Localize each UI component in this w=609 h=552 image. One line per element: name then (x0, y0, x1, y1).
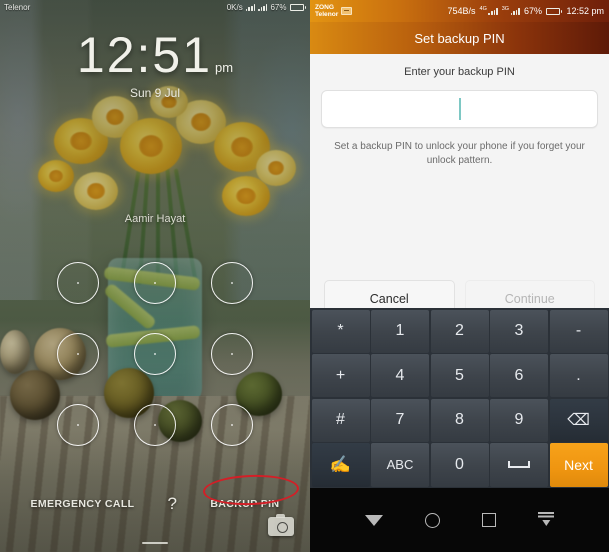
key-3[interactable]: 3 (490, 309, 548, 353)
network-4g-icon: 4G (479, 6, 498, 15)
pin-battery-percent: 67% (523, 6, 542, 16)
battery-icon-2 (545, 7, 563, 15)
text-caret (458, 98, 461, 120)
pin-hint-text: Set a backup PIN to unlock your phone if… (334, 141, 585, 166)
handwriting-glyph: ✍ (329, 455, 352, 475)
page-title: Set backup PIN (310, 22, 609, 54)
pin-data-rate: 754B/s (447, 6, 476, 16)
key-next[interactable]: Next (549, 443, 608, 487)
pattern-lock-grid[interactable] (40, 248, 270, 460)
lock-status-bar: Telenor 0K/s 67% (0, 0, 310, 14)
key-6[interactable]: 6 (490, 354, 548, 398)
key-space[interactable] (490, 443, 548, 487)
pattern-dot-6[interactable] (210, 332, 253, 375)
key-7[interactable]: 7 (371, 398, 429, 442)
key-backspace-icon[interactable]: ⌫ (549, 398, 608, 442)
pattern-dot-4[interactable] (57, 332, 100, 375)
lock-data-rate: 0K/s (226, 2, 243, 12)
pattern-dot-1[interactable] (57, 262, 100, 305)
key-1[interactable]: 1 (371, 309, 429, 353)
nav-back-icon[interactable] (365, 514, 383, 526)
lock-carrier-label: Telenor (4, 2, 31, 12)
lock-clock-meridiem: pm (215, 60, 234, 75)
emergency-call-button[interactable]: EMERGENCY CALL (30, 498, 134, 510)
battery-icon (289, 3, 306, 11)
key-plus[interactable]: + (311, 354, 370, 398)
screenshot-stage: Telenor 0K/s 67% 12:51 pm Sun 9 Jul Aamir… (0, 0, 609, 552)
signal-bars-icon (245, 3, 256, 11)
key-4[interactable]: 4 (371, 354, 429, 398)
pin-field-label: Enter your backup PIN (404, 66, 515, 78)
signal-bars-icon-2 (258, 3, 268, 11)
pattern-dot-9[interactable] (210, 403, 253, 446)
lock-date: Sun 9 Jul (129, 86, 181, 100)
lock-clock: 12:51 pm (0, 26, 310, 84)
key-0[interactable]: 0 (430, 443, 489, 487)
pin-input[interactable] (321, 90, 598, 128)
lock-owner-name: Aamir Hayat (124, 213, 186, 225)
key-8[interactable]: 8 (430, 398, 489, 442)
pin-carrier-secondary: Telenor (315, 11, 339, 18)
pattern-dot-2[interactable] (133, 262, 176, 305)
key-hash[interactable]: # (311, 398, 370, 442)
camera-icon[interactable] (268, 514, 294, 536)
backup-pin-button[interactable]: BACKUP PIN (210, 498, 279, 510)
numeric-keypad[interactable]: * 1 2 3- +4 5 6. #7 8 9 ⌫ ✍ ABC 0 Next (310, 308, 609, 488)
nav-home-icon[interactable] (425, 512, 440, 528)
set-backup-pin-panel: ZONG Telenor 754B/s 4G 3G 67% 12:52 pm S… (310, 0, 609, 552)
network-2-label: 3G (501, 6, 510, 12)
pin-carrier-primary: ZONG (315, 3, 335, 11)
key-handwriting-icon[interactable]: ✍ (311, 443, 370, 487)
pin-status-bar: ZONG Telenor 754B/s 4G 3G 67% 12:52 pm (310, 0, 609, 22)
pin-body: Enter your backup PIN Set a backup PIN t… (310, 54, 609, 330)
key-abc[interactable]: ABC (371, 443, 429, 487)
pattern-dot-7[interactable] (57, 403, 100, 446)
key-hyphen[interactable]: - (549, 309, 608, 353)
nav-hide-keyboard-icon[interactable] (538, 512, 554, 528)
lock-bottom-actions: EMERGENCY CALL ? BACKUP PIN (0, 494, 310, 514)
pattern-dot-3[interactable] (210, 262, 253, 305)
nav-recents-icon[interactable] (482, 513, 496, 527)
key-2[interactable]: 2 (430, 309, 489, 353)
key-period[interactable]: . (549, 354, 608, 398)
lock-battery-percent: 67% (270, 2, 287, 12)
home-indicator (142, 542, 168, 544)
lock-screen-panel: Telenor 0K/s 67% 12:51 pm Sun 9 Jul Aamir… (0, 0, 310, 552)
key-asterisk[interactable]: * (311, 309, 370, 353)
sim-card-icon (341, 7, 353, 15)
space-bar-glyph (508, 461, 530, 469)
help-button[interactable]: ? (167, 494, 177, 514)
pattern-dot-5[interactable] (133, 332, 176, 375)
lock-clock-time: 12:51 (76, 27, 213, 83)
pattern-dot-8[interactable] (133, 403, 176, 446)
pin-status-clock: 12:52 pm (566, 6, 604, 16)
network-3g-icon: 3G (501, 6, 520, 15)
android-nav-bar (310, 488, 609, 552)
key-9[interactable]: 9 (490, 398, 548, 442)
key-5[interactable]: 5 (430, 354, 489, 398)
network-1-label: 4G (479, 6, 487, 12)
